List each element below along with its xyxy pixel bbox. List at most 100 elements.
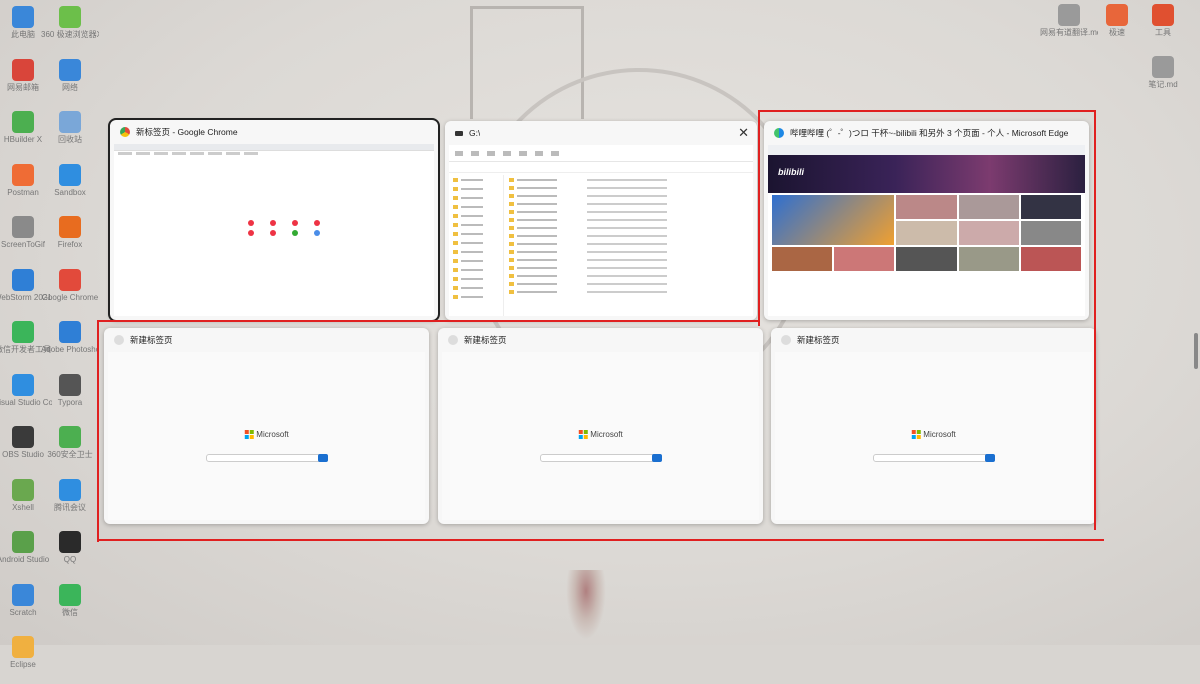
window-thumbnail-newtab-2[interactable]: 新建标签页 Microsoft: [438, 328, 763, 524]
microsoft-brand: Microsoft: [590, 430, 623, 439]
desktop-icon[interactable]: 360安全卫士: [41, 426, 99, 474]
annotation-line-right-vertical: [1094, 110, 1096, 530]
chrome-page-preview: [114, 144, 434, 316]
desktop-icon[interactable]: QQ: [41, 531, 99, 579]
app-icon: [59, 6, 81, 28]
microsoft-logo-icon: [911, 430, 921, 439]
window-titlebar: 新建标签页: [104, 328, 429, 352]
app-icon: [12, 268, 34, 291]
annotation-line-top-right: [758, 110, 1094, 112]
desktop-icon[interactable]: 腾讯会议: [41, 478, 99, 527]
app-icon: [59, 111, 81, 133]
close-icon[interactable]: ✕: [738, 125, 749, 141]
newtab-preview: Microsoft: [108, 352, 425, 520]
window-titlebar: 新标签页 - Google Chrome: [110, 120, 438, 144]
desktop-icon-label: 笔记.md: [1148, 80, 1178, 89]
newtab-preview: Microsoft: [442, 352, 759, 520]
window-titlebar: G:\: [445, 121, 757, 145]
chrome-shortcuts: [242, 220, 326, 236]
desktop-icon[interactable]: Google Chrome: [41, 268, 99, 317]
app-icon: [12, 583, 34, 606]
annotation-line-vertical-left: [758, 110, 760, 326]
search-box: [872, 454, 995, 462]
desktop-icon[interactable]: 360 极速浏览器X: [41, 6, 99, 54]
bilibili-page-preview: bilibili: [768, 145, 1085, 316]
search-box: [205, 454, 328, 462]
app-icon: [12, 6, 34, 28]
desktop-icon[interactable]: Typora: [41, 373, 99, 422]
annotation-line-bottom: [97, 539, 1104, 541]
scrollbar[interactable]: [1194, 333, 1198, 369]
desktop-icon[interactable]: 笔记.md: [1134, 56, 1192, 104]
chrome-icon: [120, 127, 130, 137]
annotation-line-mid: [97, 320, 760, 322]
search-icon: [984, 454, 995, 462]
window-title: 新建标签页: [130, 335, 173, 345]
app-icon: [59, 163, 81, 186]
app-icon: [59, 321, 81, 343]
app-icon: [12, 216, 34, 238]
explorer-preview: [449, 145, 753, 316]
window-thumbnail-newtab-1[interactable]: 新建标签页 Microsoft: [104, 328, 429, 524]
edge-icon: [448, 335, 458, 345]
desktop-icon-label: Firefox: [57, 240, 83, 249]
app-icon: [12, 531, 34, 553]
desktop-icon[interactable]: 工具: [1134, 4, 1192, 52]
desktop-icon-label: 工具: [1155, 28, 1171, 37]
app-icon: [59, 531, 81, 553]
app-icon: [12, 163, 34, 186]
app-icon: [12, 426, 34, 448]
newtab-preview: Microsoft: [775, 352, 1092, 520]
app-icon: [1152, 4, 1174, 26]
search-icon: [651, 454, 662, 462]
desktop-icon[interactable]: 回收站: [41, 111, 99, 159]
desktop-icon-label: Eclipse: [10, 660, 36, 669]
search-box: [539, 454, 662, 462]
window-titlebar: 哔哩哔哩 (゜-゜)つロ 干杯~-bilibili 和另外 3 个页面 - 个人…: [764, 121, 1089, 145]
app-icon: [12, 478, 34, 501]
window-thumbnail-edge-bilibili[interactable]: 哔哩哔哩 (゜-゜)つロ 干杯~-bilibili 和另外 3 个页面 - 个人…: [764, 121, 1089, 320]
folder-icon: [455, 130, 463, 136]
window-titlebar: 新建标签页: [438, 328, 763, 352]
desktop-icon-label: 回收站: [58, 135, 82, 144]
desktop-icon[interactable]: 网络: [41, 58, 99, 107]
microsoft-brand: Microsoft: [256, 430, 289, 439]
edge-icon: [774, 128, 784, 138]
desktop-icon[interactable]: Sandbox: [41, 163, 99, 212]
window-title: G:\: [469, 128, 481, 138]
bilibili-logo: bilibili: [778, 167, 804, 177]
desktop-icon-label: 腾讯会议: [54, 502, 86, 512]
desktop-icon[interactable]: 微信: [41, 583, 99, 632]
search-icon: [317, 454, 328, 462]
bilibili-banner: bilibili: [768, 155, 1085, 193]
annotation-line-left-vertical: [97, 320, 99, 542]
window-titlebar: 新建标签页: [771, 328, 1096, 352]
window-thumbnail-explorer[interactable]: G:\ ✕: [445, 121, 757, 320]
desktop-icon[interactable]: Adobe Photoshop: [41, 321, 99, 369]
window-title: 新建标签页: [464, 335, 507, 345]
desktop-icon[interactable]: Eclipse: [0, 636, 52, 684]
window-thumbnail-newtab-3[interactable]: 新建标签页 Microsoft: [771, 328, 1096, 524]
window-thumbnail-chrome[interactable]: 新标签页 - Google Chrome: [108, 118, 440, 322]
window-title: 新标签页 - Google Chrome: [136, 127, 238, 137]
desktop-icon-label: 微信: [62, 607, 78, 617]
app-icon: [59, 268, 81, 291]
edge-icon: [781, 335, 791, 345]
microsoft-logo-icon: [578, 430, 588, 439]
desktop-icon-label: Sandbox: [54, 187, 86, 197]
app-icon: [59, 426, 81, 448]
app-icon: [12, 58, 34, 81]
wallpaper-figure: [566, 570, 606, 640]
app-icon: [59, 216, 81, 238]
window-title: 哔哩哔哩 (゜-゜)つロ 干杯~-bilibili 和另外 3 个页面 - 个人…: [790, 128, 1069, 138]
desktop-icon-label: Adobe Photoshop: [41, 345, 99, 354]
app-icon: [12, 321, 34, 343]
desktop-icon-label: 360 极速浏览器X: [41, 30, 99, 39]
app-icon: [59, 478, 81, 501]
microsoft-logo-icon: [244, 430, 254, 439]
desktop-icon-label: 网络: [62, 82, 78, 92]
desktop-icon[interactable]: Firefox: [41, 216, 99, 264]
app-icon: [59, 583, 81, 606]
desktop-icon-label: 360安全卫士: [47, 450, 93, 459]
app-icon: [59, 58, 81, 81]
